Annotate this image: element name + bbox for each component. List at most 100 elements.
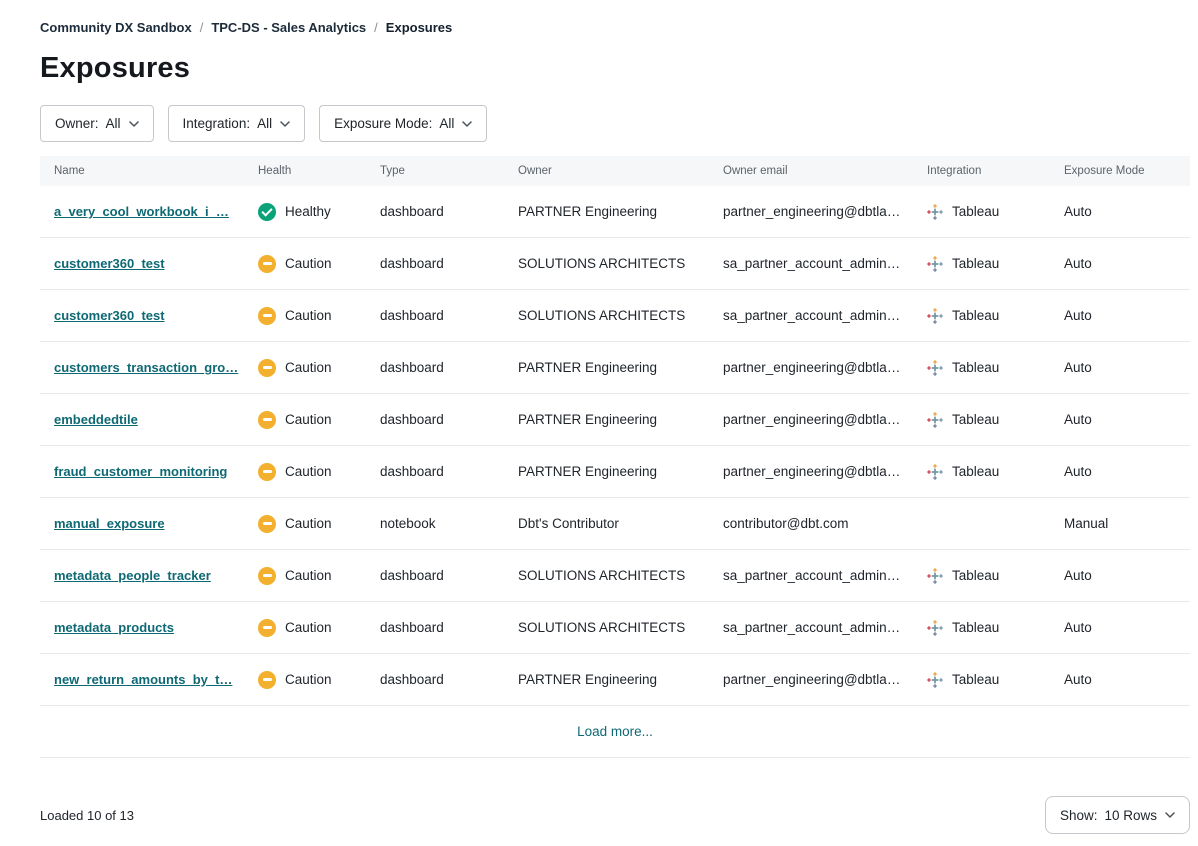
health-status-icon bbox=[258, 307, 276, 325]
name-cell: manual_exposure bbox=[40, 516, 244, 531]
tableau-icon bbox=[927, 308, 943, 324]
integration-filter-dropdown[interactable]: Integration: All bbox=[168, 105, 306, 142]
column-header-integration: Integration bbox=[913, 165, 1050, 177]
exposure-name-link[interactable]: metadata_products bbox=[54, 620, 174, 635]
health-status-icon bbox=[258, 619, 276, 637]
health-label: Caution bbox=[285, 360, 332, 375]
exposure-name-link[interactable]: customer360_test bbox=[54, 256, 165, 271]
chevron-down-icon bbox=[129, 121, 139, 127]
exposure-mode-cell: Auto bbox=[1050, 308, 1190, 323]
health-label: Caution bbox=[285, 256, 332, 271]
health-label: Caution bbox=[285, 672, 332, 687]
filter-label: Exposure Mode: bbox=[334, 116, 432, 131]
integration-cell: Tableau bbox=[913, 568, 1050, 584]
exposure-name-link[interactable]: a_very_cool_workbook_i_… bbox=[54, 204, 229, 219]
chevron-down-icon bbox=[462, 121, 472, 127]
loaded-count: Loaded 10 of 13 bbox=[40, 808, 134, 823]
filter-bar: Owner: All Integration: All Exposure Mod… bbox=[40, 105, 1190, 142]
name-cell: customer360_test bbox=[40, 256, 244, 271]
integration-cell: Tableau bbox=[913, 360, 1050, 376]
table-row: embeddedtile Caution dashboard PARTNER E… bbox=[40, 394, 1190, 446]
breadcrumb-item-project[interactable]: Community DX Sandbox bbox=[40, 20, 192, 35]
integration-label: Tableau bbox=[952, 308, 999, 323]
exposure-mode-cell: Auto bbox=[1050, 204, 1190, 219]
health-label: Caution bbox=[285, 620, 332, 635]
integration-label: Tableau bbox=[952, 672, 999, 687]
health-cell: Caution bbox=[244, 463, 366, 481]
table-body: a_very_cool_workbook_i_… Healthy dashboa… bbox=[40, 186, 1190, 706]
integration-cell: Tableau bbox=[913, 256, 1050, 272]
owner-filter-dropdown[interactable]: Owner: All bbox=[40, 105, 154, 142]
name-cell: new_return_amounts_by_t… bbox=[40, 672, 244, 687]
integration-label: Tableau bbox=[952, 360, 999, 375]
show-label: Show: bbox=[1060, 808, 1098, 823]
name-cell: fraud_customer_monitoring bbox=[40, 464, 244, 479]
exposure-mode-cell: Auto bbox=[1050, 620, 1190, 635]
health-cell: Caution bbox=[244, 567, 366, 585]
owner-email-cell: partner_engineering@dbtla… bbox=[709, 464, 913, 479]
filter-label: Integration: bbox=[183, 116, 251, 131]
health-label: Caution bbox=[285, 516, 332, 531]
column-header-name: Name bbox=[40, 165, 244, 177]
exposure-mode-cell: Auto bbox=[1050, 360, 1190, 375]
owner-email-cell: partner_engineering@dbtla… bbox=[709, 360, 913, 375]
exposure-name-link[interactable]: new_return_amounts_by_t… bbox=[54, 672, 232, 687]
table-row: new_return_amounts_by_t… Caution dashboa… bbox=[40, 654, 1190, 706]
column-header-owner: Owner bbox=[504, 165, 709, 177]
exposure-name-link[interactable]: customers_transaction_gro… bbox=[54, 360, 238, 375]
type-cell: dashboard bbox=[366, 568, 504, 583]
exposure-name-link[interactable]: manual_exposure bbox=[54, 516, 165, 531]
filter-label: Owner: bbox=[55, 116, 99, 131]
exposure-name-link[interactable]: customer360_test bbox=[54, 308, 165, 323]
integration-cell: Tableau bbox=[913, 464, 1050, 480]
page-title: Exposures bbox=[40, 52, 1190, 85]
type-cell: notebook bbox=[366, 516, 504, 531]
owner-email-cell: sa_partner_account_admin… bbox=[709, 568, 913, 583]
tableau-icon bbox=[927, 620, 943, 636]
health-cell: Caution bbox=[244, 671, 366, 689]
show-rows-dropdown[interactable]: Show: 10 Rows bbox=[1045, 796, 1190, 834]
exposure-mode-cell: Auto bbox=[1050, 412, 1190, 427]
exposure-name-link[interactable]: embeddedtile bbox=[54, 412, 138, 427]
tableau-icon bbox=[927, 360, 943, 376]
integration-cell: Tableau bbox=[913, 204, 1050, 220]
table-row: manual_exposure Caution notebook Dbt's C… bbox=[40, 498, 1190, 550]
health-cell: Caution bbox=[244, 359, 366, 377]
health-cell: Caution bbox=[244, 515, 366, 533]
health-cell: Healthy bbox=[244, 203, 366, 221]
health-status-icon bbox=[258, 463, 276, 481]
integration-cell: Tableau bbox=[913, 672, 1050, 688]
type-cell: dashboard bbox=[366, 308, 504, 323]
name-cell: embeddedtile bbox=[40, 412, 244, 427]
type-cell: dashboard bbox=[366, 204, 504, 219]
type-cell: dashboard bbox=[366, 360, 504, 375]
exposure-name-link[interactable]: fraud_customer_monitoring bbox=[54, 464, 227, 479]
table-row: a_very_cool_workbook_i_… Healthy dashboa… bbox=[40, 186, 1190, 238]
health-status-icon bbox=[258, 359, 276, 377]
exposure-name-link[interactable]: metadata_people_tracker bbox=[54, 568, 211, 583]
load-more-link[interactable]: Load more... bbox=[577, 724, 653, 739]
health-label: Caution bbox=[285, 464, 332, 479]
integration-cell: Tableau bbox=[913, 308, 1050, 324]
breadcrumb: Community DX Sandbox / TPC-DS - Sales An… bbox=[40, 20, 1190, 35]
health-status-icon bbox=[258, 255, 276, 273]
show-value: 10 Rows bbox=[1104, 808, 1157, 823]
column-header-type: Type bbox=[366, 165, 504, 177]
chevron-down-icon bbox=[1165, 812, 1175, 818]
exposure-mode-filter-dropdown[interactable]: Exposure Mode: All bbox=[319, 105, 487, 142]
breadcrumb-item-package[interactable]: TPC-DS - Sales Analytics bbox=[211, 20, 366, 35]
tableau-icon bbox=[927, 464, 943, 480]
health-cell: Caution bbox=[244, 411, 366, 429]
type-cell: dashboard bbox=[366, 412, 504, 427]
owner-cell: SOLUTIONS ARCHITECTS bbox=[504, 256, 709, 271]
health-cell: Caution bbox=[244, 619, 366, 637]
column-header-exposure-mode: Exposure Mode bbox=[1050, 165, 1190, 177]
health-status-icon bbox=[258, 203, 276, 221]
column-header-health: Health bbox=[244, 165, 366, 177]
table-header-row: Name Health Type Owner Owner email Integ… bbox=[40, 156, 1190, 186]
owner-cell: SOLUTIONS ARCHITECTS bbox=[504, 620, 709, 635]
exposure-mode-cell: Manual bbox=[1050, 516, 1190, 531]
owner-cell: PARTNER Engineering bbox=[504, 412, 709, 427]
exposures-page: Community DX Sandbox / TPC-DS - Sales An… bbox=[0, 0, 1198, 834]
breadcrumb-item-current: Exposures bbox=[386, 20, 452, 35]
